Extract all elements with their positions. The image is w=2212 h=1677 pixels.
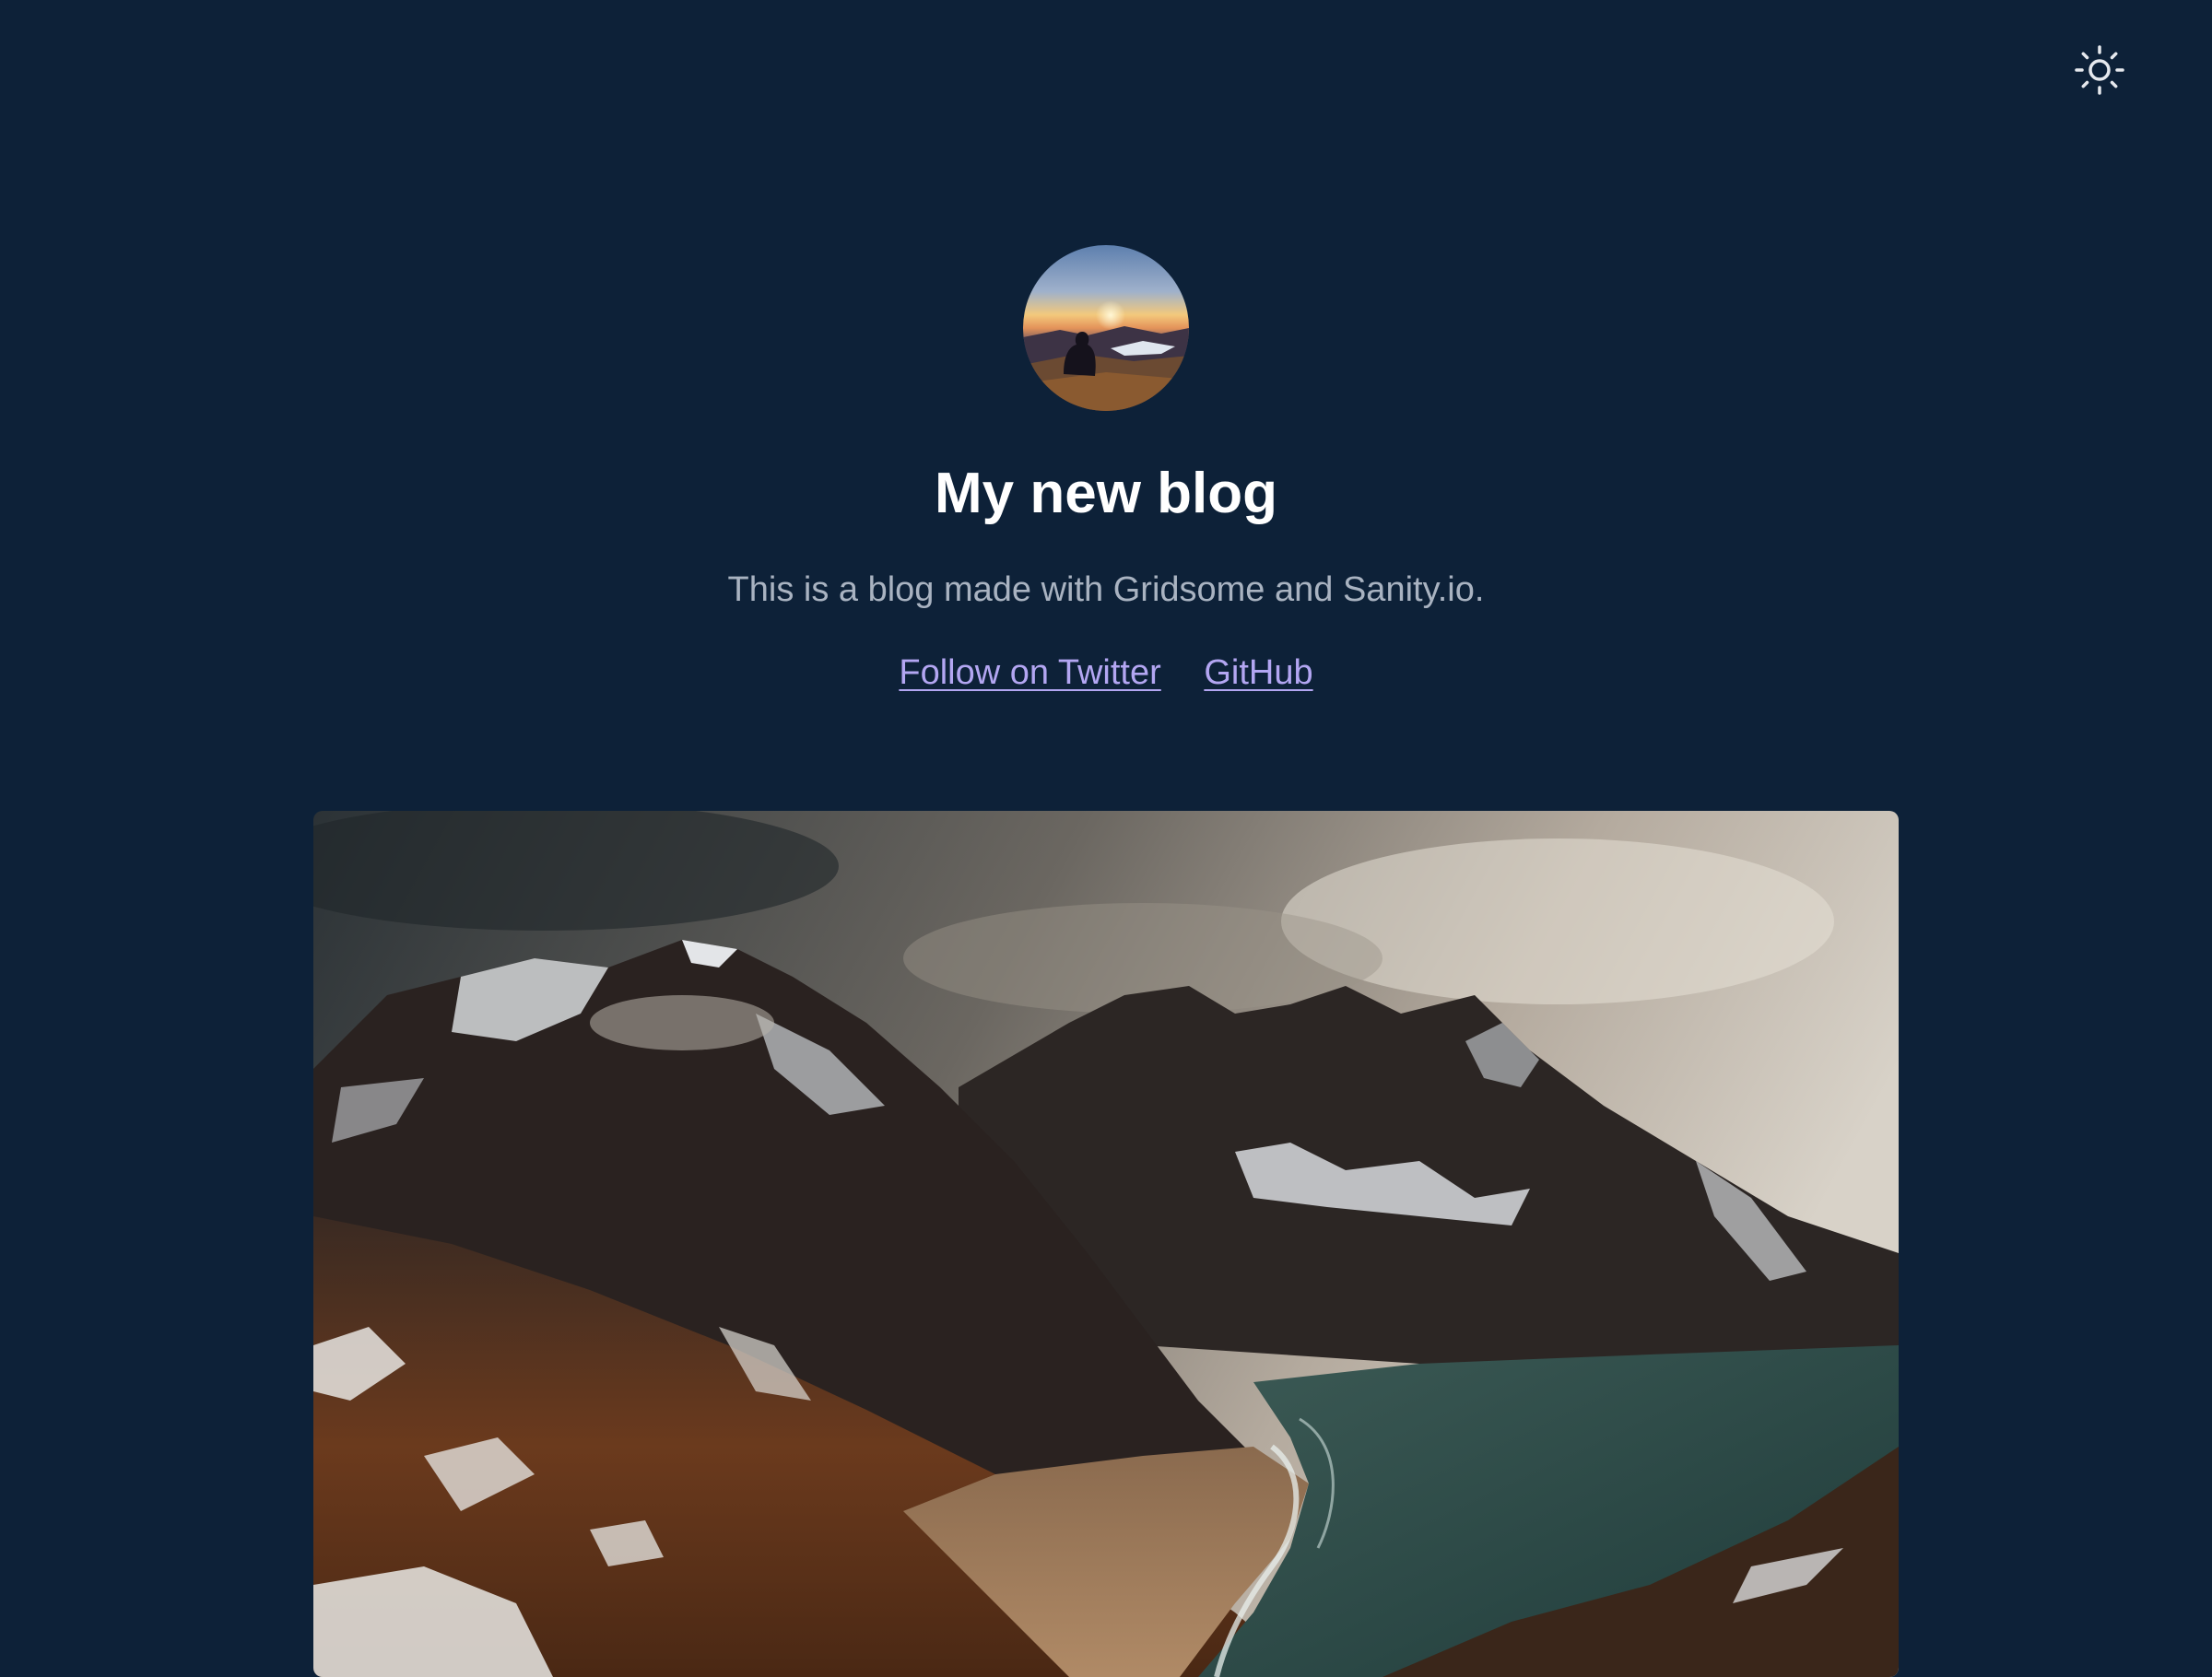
page-title: My new blog (935, 462, 1277, 525)
social-links: Follow on Twitter GitHub (0, 647, 2212, 698)
twitter-link[interactable]: Follow on Twitter (899, 653, 1160, 692)
blog-header: My new blog This is a blog made with Gri… (0, 0, 2212, 792)
page-description: This is a blog made with Gridsome and Sa… (727, 570, 1485, 609)
featured-post-image[interactable] (313, 811, 1899, 1677)
avatar (1023, 245, 1189, 411)
github-link[interactable]: GitHub (1204, 653, 1312, 692)
